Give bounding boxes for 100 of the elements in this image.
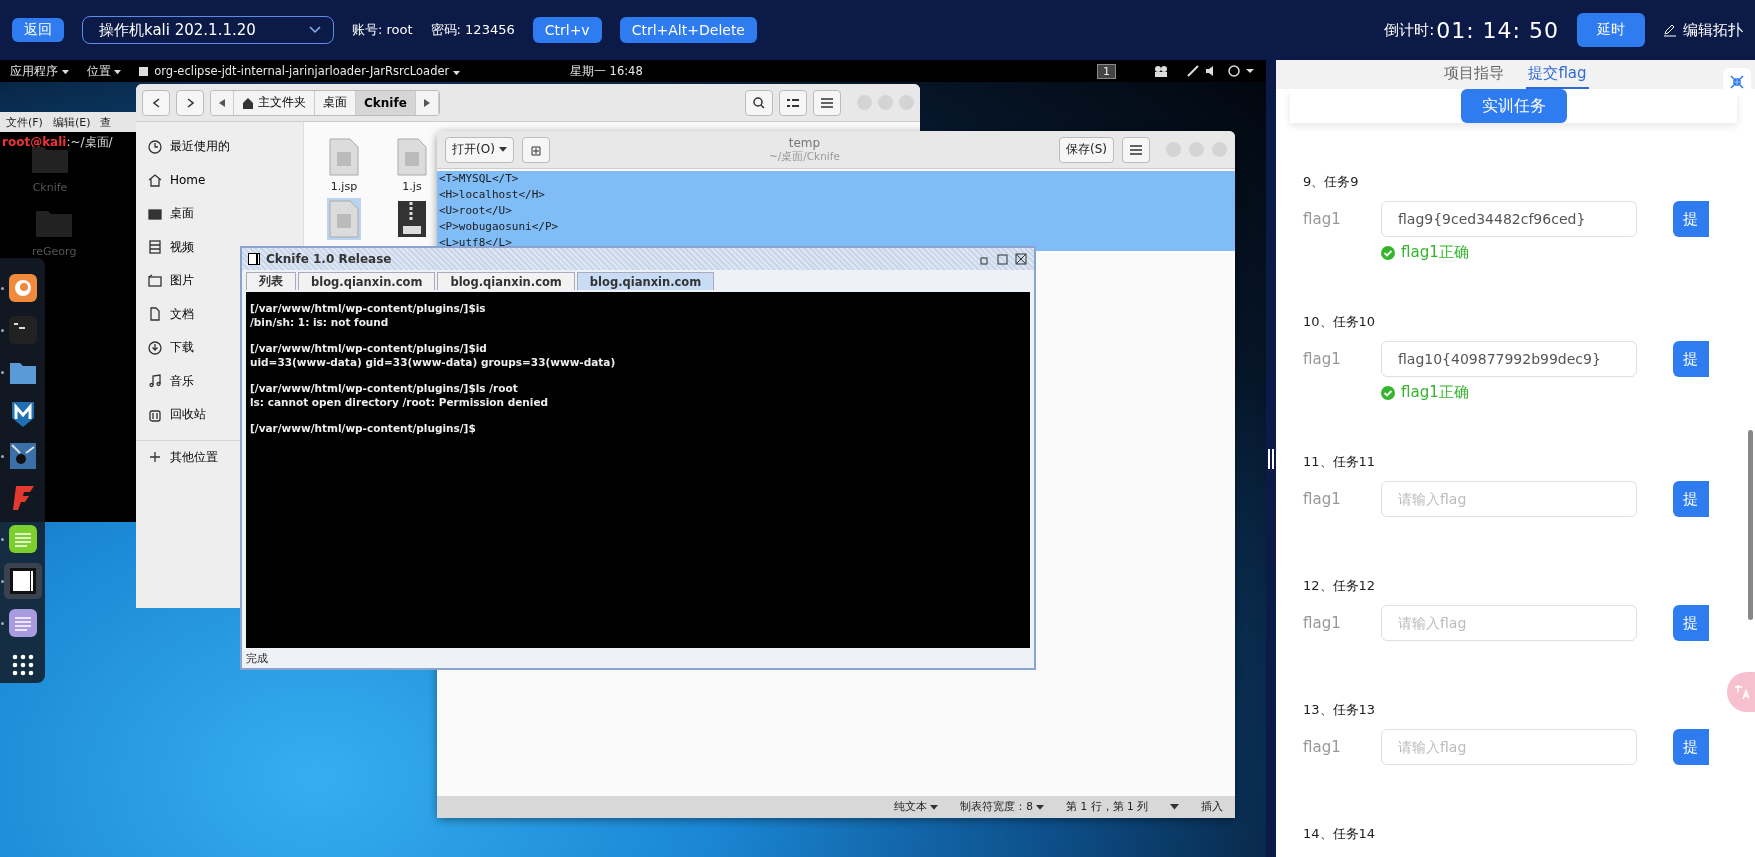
tab[interactable]: 列表 xyxy=(246,272,296,290)
view-button[interactable] xyxy=(779,89,807,116)
flag-label: flag1 xyxy=(1303,350,1342,368)
menu-item[interactable]: 查 xyxy=(100,115,112,129)
file-name[interactable]: 1.jsp xyxy=(327,180,361,193)
submit-button[interactable]: 提 xyxy=(1673,201,1709,237)
check-circle-icon xyxy=(1381,245,1395,260)
system-tray-icon[interactable] xyxy=(1186,65,1256,77)
back-button[interactable]: 返回 xyxy=(12,18,64,42)
panel-tab[interactable]: 项目指导 xyxy=(1442,60,1507,89)
edit-topology-link[interactable]: 编辑拓扑 xyxy=(1663,20,1743,40)
people-icon[interactable] xyxy=(1154,65,1168,77)
scroll-left-button[interactable] xyxy=(211,90,234,115)
scrollbar[interactable] xyxy=(1748,430,1753,620)
console-line: /bin/sh: 1: is: not found xyxy=(250,315,390,329)
open-button[interactable]: 打开(O) xyxy=(445,136,514,163)
console-line: [/var/www/html/wp-content/plugins/]$id xyxy=(250,342,488,356)
sidebar-item[interactable]: 回收站 xyxy=(136,398,212,432)
home-icon xyxy=(242,96,254,109)
status-dropdown[interactable]: 纯文本 xyxy=(893,800,939,814)
panel-clock[interactable]: 星期一 16:48 xyxy=(569,63,643,79)
sidebar-item[interactable]: 其他位置 xyxy=(136,440,224,474)
caret-icon xyxy=(114,70,122,75)
path-crumb[interactable]: Cknife xyxy=(356,90,416,115)
task-title: 11、任务11 xyxy=(1303,453,1376,471)
window-title: temp xyxy=(788,135,821,150)
console-line: [/var/www/html/wp-content/plugins/]$is xyxy=(250,302,487,316)
status-dropdown[interactable]: 制表符宽度：8 xyxy=(960,800,1045,814)
drag-handle-icon[interactable] xyxy=(1268,448,1274,469)
flag-label: flag1 xyxy=(1303,210,1342,228)
sidebar-item[interactable]: 文档 xyxy=(136,297,200,331)
machine-dropdown[interactable]: 操作机kali 202.1.1.20 xyxy=(82,16,334,44)
tab[interactable]: blog.qianxin.com xyxy=(298,272,436,290)
sidebar-item[interactable]: 最近使用的 xyxy=(136,130,236,164)
sidebar-item[interactable]: Home xyxy=(136,163,212,197)
picture-icon xyxy=(148,273,162,288)
running-dot xyxy=(0,328,4,332)
status-text: 第 1 行，第 1 列 xyxy=(1066,800,1148,814)
menu-item[interactable]: 编辑(E) xyxy=(52,115,91,129)
flag-input[interactable]: 请输入flag xyxy=(1381,605,1637,641)
status-text: 插入 xyxy=(1201,800,1223,814)
submit-button[interactable]: 提 xyxy=(1673,605,1709,641)
window-icon xyxy=(139,66,149,76)
result-message: flag1正确 xyxy=(1381,243,1755,262)
desktop-icon-label: Cknife xyxy=(32,181,68,194)
sidebar-item[interactable]: 音乐 xyxy=(136,364,200,398)
menu-button[interactable] xyxy=(813,89,841,116)
submit-button[interactable]: 提 xyxy=(1673,341,1709,377)
scroll-right-button[interactable] xyxy=(415,90,439,115)
flag-input[interactable]: flag9{9ced34482cf96ced} xyxy=(1381,201,1637,237)
active-app-menu[interactable]: org-eclipse-jdt-internal-jarinjarloader-JarRsrcLoader xyxy=(154,64,460,78)
forward-arrow-button[interactable] xyxy=(176,89,204,116)
task-title: 14、任务14 xyxy=(1303,825,1376,843)
pen-icon xyxy=(1663,23,1677,37)
tab[interactable]: blog.qianxin.com xyxy=(437,272,575,290)
search-button[interactable] xyxy=(745,89,773,116)
collapse-button[interactable] xyxy=(1723,68,1751,96)
home-icon xyxy=(148,173,162,188)
key-combo-button[interactable]: Ctrl+Alt+Delete xyxy=(619,17,757,43)
save-button[interactable]: 保存(S) xyxy=(1059,136,1114,163)
panel-menu[interactable]: 应用程序 xyxy=(10,63,69,79)
workspace-indicator[interactable]: 1 xyxy=(1097,63,1116,79)
submit-button[interactable]: 提 xyxy=(1673,481,1709,517)
chevron-right-icon xyxy=(186,97,194,108)
new-document-button[interactable] xyxy=(521,136,550,163)
flag-input[interactable]: 请输入flag xyxy=(1381,481,1637,517)
task-title: 10、任务10 xyxy=(1303,313,1376,331)
key-combo-button[interactable]: Ctrl+v xyxy=(532,17,602,43)
running-dot xyxy=(0,287,4,290)
sidebar-item[interactable]: 下载 xyxy=(136,331,200,365)
sidebar-item[interactable]: 桌面 xyxy=(136,197,200,231)
submit-button[interactable]: 提 xyxy=(1673,729,1709,765)
training-task-button[interactable]: 实训任务 xyxy=(1460,89,1567,123)
clock-icon xyxy=(148,139,162,154)
tab[interactable]: blog.qianxin.com xyxy=(576,272,715,290)
caret-icon xyxy=(452,70,460,75)
console-line: uid=33(www-data) gid=33(www-data) groups=33(www-data) xyxy=(250,355,617,369)
document-icon xyxy=(329,138,359,176)
sidebar-item[interactable]: 视频 xyxy=(136,230,200,264)
document-icon xyxy=(329,200,359,238)
menu-icon xyxy=(1130,144,1142,155)
menu-button[interactable] xyxy=(1122,136,1150,163)
trash-icon xyxy=(148,407,162,422)
window-controls-icon[interactable] xyxy=(980,253,1028,265)
extend-time-button[interactable]: 延时 xyxy=(1577,13,1645,47)
flag-input[interactable]: flag10{409877992b99dec9} xyxy=(1381,341,1637,377)
sidebar-item[interactable]: 图片 xyxy=(136,264,200,298)
terminal-prompt-user: root@kali xyxy=(2,135,67,149)
back-arrow-button[interactable] xyxy=(142,89,170,116)
file-name[interactable]: 1.js xyxy=(399,180,425,193)
file-item[interactable] xyxy=(395,198,429,240)
path-crumb[interactable]: 桌面 xyxy=(315,90,356,115)
panel-menu[interactable]: 位置 xyxy=(86,63,122,79)
menu-item[interactable]: 文件(F) xyxy=(6,115,43,129)
path-crumb[interactable]: 主文件夹 xyxy=(234,90,315,115)
film-icon xyxy=(148,240,162,255)
running-dot xyxy=(0,454,4,458)
flag-label: flag1 xyxy=(1303,490,1342,508)
flag-label: flag1 xyxy=(1303,738,1342,756)
flag-input[interactable]: 请输入flag xyxy=(1381,729,1637,765)
